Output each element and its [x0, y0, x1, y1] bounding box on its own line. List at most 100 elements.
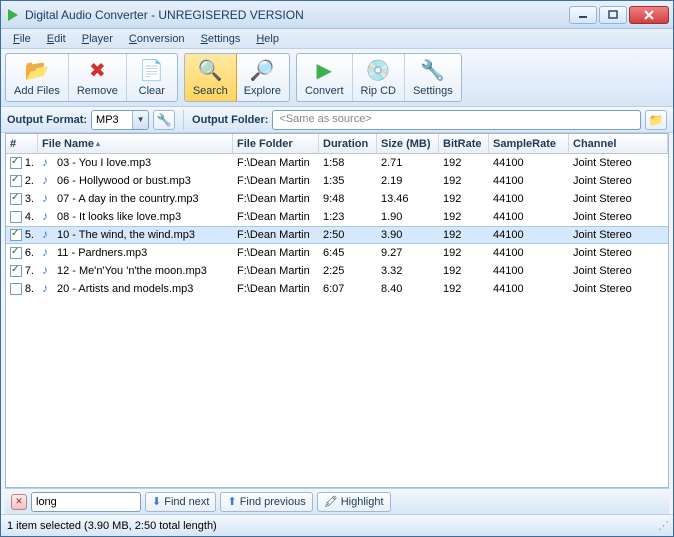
table-header: # File Name File Folder Duration Size (M…: [6, 134, 668, 154]
format-bar: Output Format: ▼ 🔧 Output Folder: <Same …: [1, 107, 673, 133]
file-name: 07 - A day in the country.mp3: [57, 193, 199, 205]
file-channel: Joint Stereo: [569, 192, 668, 206]
file-folder: F:\Dean Martin: [233, 192, 319, 206]
find-previous-button[interactable]: ⬆Find previous: [220, 492, 312, 512]
col-number[interactable]: #: [6, 134, 38, 153]
output-folder-value[interactable]: <Same as source>: [272, 110, 641, 130]
menu-edit[interactable]: Edit: [39, 29, 74, 48]
row-checkbox[interactable]: [10, 229, 22, 241]
file-size: 2.71: [377, 156, 439, 170]
menu-help[interactable]: Help: [248, 29, 287, 48]
minimize-button[interactable]: [569, 6, 597, 24]
file-size: 8.40: [377, 282, 439, 296]
row-checkbox[interactable]: [10, 211, 22, 223]
arrow-down-icon: ⬇: [152, 495, 161, 508]
menu-settings[interactable]: Settings: [193, 29, 249, 48]
table-row[interactable]: 7.12 - Me'n'You 'n'the moon.mp3F:\Dean M…: [6, 262, 668, 280]
col-folder[interactable]: File Folder: [233, 134, 319, 153]
folder-open-icon: 📂: [25, 59, 49, 83]
file-duration: 9:48: [319, 192, 377, 206]
file-samplerate: 44100: [489, 228, 569, 242]
chevron-down-icon[interactable]: ▼: [132, 111, 148, 129]
explore-icon: 🔎: [250, 59, 274, 83]
file-name: 10 - The wind, the wind.mp3: [57, 229, 195, 241]
close-button[interactable]: [629, 6, 669, 24]
format-settings-button[interactable]: 🔧: [153, 110, 175, 130]
output-folder-label: Output Folder:: [192, 114, 268, 126]
table-row[interactable]: 6.11 - Pardners.mp3F:\Dean Martin6:459.2…: [6, 244, 668, 262]
maximize-button[interactable]: [599, 6, 627, 24]
row-number: 8.: [25, 283, 34, 295]
file-size: 13.46: [377, 192, 439, 206]
explore-button[interactable]: 🔎Explore: [236, 54, 289, 101]
file-duration: 1:35: [319, 174, 377, 188]
add-files-button[interactable]: 📂Add Files: [6, 54, 69, 101]
row-checkbox[interactable]: [10, 175, 22, 187]
remove-button[interactable]: ✖Remove: [69, 54, 127, 101]
col-samplerate[interactable]: SampleRate: [489, 134, 569, 153]
table-row[interactable]: 1.03 - You I love.mp3F:\Dean Martin1:582…: [6, 154, 668, 172]
file-name: 08 - It looks like love.mp3: [57, 211, 181, 223]
col-filename[interactable]: File Name: [38, 134, 233, 153]
app-window: Digital Audio Converter - UNREGISERED VE…: [0, 0, 674, 537]
search-button[interactable]: 🔍Search: [184, 53, 237, 102]
output-format-value[interactable]: [92, 111, 132, 129]
row-checkbox[interactable]: [10, 157, 22, 169]
col-duration[interactable]: Duration: [319, 134, 377, 153]
col-bitrate[interactable]: BitRate: [439, 134, 489, 153]
music-note-icon: [42, 265, 54, 277]
output-format-combo[interactable]: ▼: [91, 110, 149, 130]
file-bitrate: 192: [439, 192, 489, 206]
close-search-button[interactable]: ✕: [11, 494, 27, 510]
menu-player[interactable]: Player: [74, 29, 121, 48]
row-checkbox[interactable]: [10, 265, 22, 277]
menu-file[interactable]: File: [5, 29, 39, 48]
app-icon: [5, 7, 21, 23]
table-row[interactable]: 3. 07 - A day in the country.mp3 F:\Dean M…: [6, 190, 668, 208]
row-number: 3.: [25, 193, 34, 205]
output-format-label: Output Format:: [7, 114, 87, 126]
delete-icon: ✖: [85, 59, 109, 83]
settings-button[interactable]: 🔧Settings: [405, 54, 461, 101]
find-next-button[interactable]: ⬇Find next: [145, 492, 216, 512]
file-size: 1.90: [377, 210, 439, 224]
music-note-icon: [42, 229, 54, 241]
table-row[interactable]: 2.06 - Hollywood or bust.mp3F:\Dean Mart…: [6, 172, 668, 190]
music-note-icon: [42, 157, 54, 169]
file-duration: 1:58: [319, 156, 377, 170]
titlebar[interactable]: Digital Audio Converter - UNREGISERED VE…: [1, 1, 673, 29]
browse-folder-button[interactable]: 📁: [645, 110, 667, 130]
row-number: 2.: [25, 175, 34, 187]
table-row[interactable]: 5.10 - The wind, the wind.mp3F:\Dean Mar…: [6, 226, 668, 244]
file-samplerate: 44100: [489, 210, 569, 224]
file-bitrate: 192: [439, 156, 489, 170]
file-samplerate: 44100: [489, 156, 569, 170]
file-name: 11 - Pardners.mp3: [57, 247, 147, 259]
file-samplerate: 44100: [489, 246, 569, 260]
music-note-icon: [42, 283, 54, 295]
music-note-icon: [42, 193, 54, 205]
file-bitrate: 192: [439, 174, 489, 188]
row-checkbox[interactable]: [10, 247, 22, 259]
file-table: # File Name File Folder Duration Size (M…: [5, 133, 669, 488]
clear-button[interactable]: 📄Clear: [127, 54, 177, 101]
resize-grip[interactable]: ⋰: [658, 519, 667, 532]
file-name: 06 - Hollywood or bust.mp3: [57, 175, 191, 187]
table-row[interactable]: 4.08 - It looks like love.mp3F:\Dean Mar…: [6, 208, 668, 226]
file-duration: 2:25: [319, 264, 377, 278]
search-input[interactable]: [31, 492, 141, 512]
music-note-icon: [42, 211, 54, 223]
table-row[interactable]: 8.20 - Artists and models.mp3F:\Dean Mar…: [6, 280, 668, 298]
convert-button[interactable]: ▶Convert: [297, 54, 353, 101]
file-channel: Joint Stereo: [569, 228, 668, 242]
highlight-button[interactable]: 🖍Highlight: [317, 492, 391, 512]
row-checkbox[interactable]: [10, 193, 22, 205]
col-channel[interactable]: Channel: [569, 134, 668, 153]
search-bar: ✕ ⬇Find next ⬆Find previous 🖍Highlight: [5, 488, 669, 514]
col-size[interactable]: Size (MB): [377, 134, 439, 153]
menu-conversion[interactable]: Conversion: [121, 29, 193, 48]
window-title: Digital Audio Converter - UNREGISERED VE…: [25, 8, 569, 22]
file-size: 9.27: [377, 246, 439, 260]
row-checkbox[interactable]: [10, 283, 22, 295]
rip-cd-button[interactable]: 💿Rip CD: [353, 54, 405, 101]
